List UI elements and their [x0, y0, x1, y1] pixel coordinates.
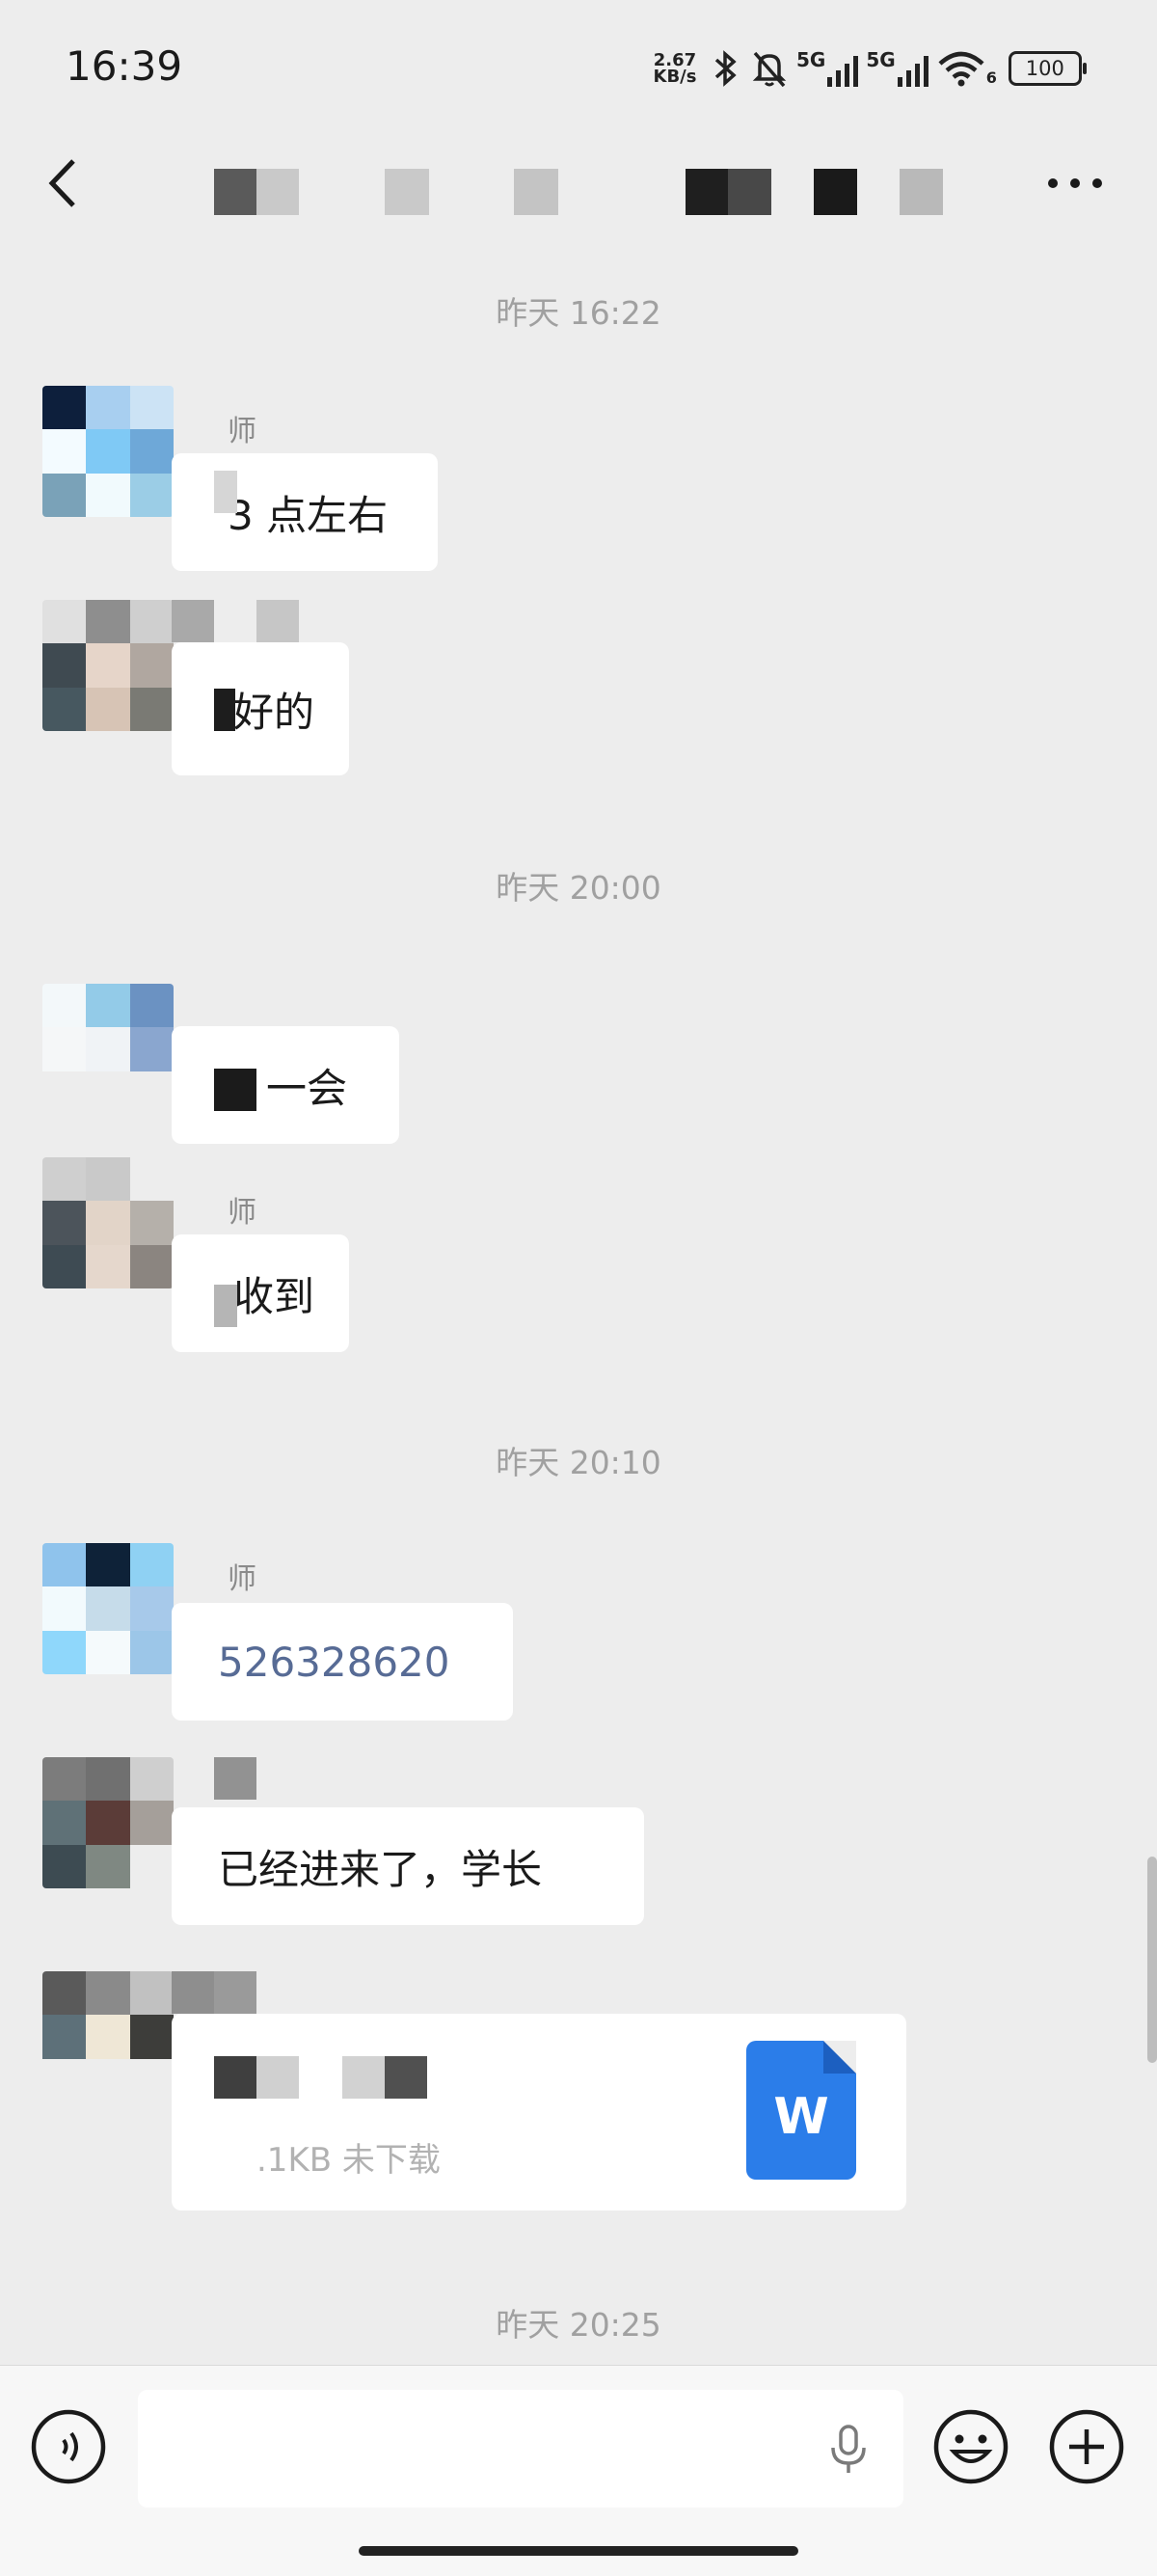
- message-bubble[interactable]: 收到: [172, 1234, 349, 1352]
- scrollbar[interactable]: [1147, 1857, 1157, 2063]
- net-speed: 2.67 KB/s: [653, 50, 697, 87]
- status-icons: 2.67 KB/s 5G 5G 6 100: [648, 44, 1087, 93]
- avatar[interactable]: [42, 600, 174, 731]
- message-bubble[interactable]: 好的: [172, 642, 349, 775]
- timestamp: 昨天 16:22: [496, 294, 661, 332]
- message-bubble[interactable]: 一会: [172, 1026, 399, 1144]
- avatar[interactable]: [42, 1971, 174, 2102]
- timestamp: 昨天 20:00: [496, 869, 661, 907]
- avatar[interactable]: [42, 1543, 174, 1674]
- file-size-status: .1KB 未下载: [256, 2141, 441, 2180]
- timestamp: 昨天 20:10: [496, 1444, 661, 1481]
- bell-muted-icon: [752, 51, 787, 88]
- avatar[interactable]: [42, 984, 174, 1115]
- status-time: 16:39: [66, 42, 183, 90]
- bluetooth-icon: [714, 50, 737, 87]
- home-indicator[interactable]: [359, 2546, 798, 2556]
- timestamp: 昨天 20:25: [496, 2306, 661, 2344]
- redaction-mosaic: [214, 471, 237, 513]
- signal-1-icon: 5G: [796, 48, 860, 89]
- voice-icon: [31, 2409, 106, 2484]
- back-button[interactable]: [39, 149, 87, 217]
- battery-icon: 100: [1008, 51, 1087, 86]
- message-bubble-number[interactable]: 526328620: [172, 1603, 513, 1721]
- message-bubble[interactable]: 已经进来了，学长: [172, 1807, 644, 1925]
- voice-toggle-button[interactable]: [29, 2407, 108, 2486]
- wifi-icon: 6: [936, 50, 997, 87]
- sender-name-mosaic: [214, 1757, 256, 1800]
- message-input[interactable]: [138, 2390, 903, 2508]
- plus-icon: [1049, 2409, 1124, 2484]
- more-dots-icon: [1048, 178, 1102, 188]
- more-actions-button[interactable]: [1047, 2407, 1126, 2486]
- chevron-left-icon: [48, 159, 75, 207]
- sender-name: 师: [228, 415, 256, 448]
- sender-name: 师: [228, 1562, 256, 1596]
- more-button[interactable]: [1041, 159, 1109, 207]
- avatar[interactable]: [42, 1757, 174, 1888]
- message-bubble[interactable]: 3 点左右: [172, 453, 438, 571]
- avatar[interactable]: [42, 1157, 174, 1288]
- emoji-icon: [933, 2409, 1009, 2484]
- avatar[interactable]: [42, 386, 174, 517]
- mic-button[interactable]: [821, 2421, 875, 2479]
- redaction-mosaic: [214, 689, 235, 731]
- redaction-mosaic: [214, 1285, 237, 1327]
- word-file-icon: W: [746, 2041, 856, 2180]
- signal-2-icon: 5G: [866, 48, 929, 89]
- emoji-button[interactable]: [931, 2407, 1010, 2486]
- microphone-icon: [831, 2425, 866, 2473]
- sender-name: 师: [228, 1196, 256, 1230]
- redaction-mosaic: [214, 1069, 256, 1111]
